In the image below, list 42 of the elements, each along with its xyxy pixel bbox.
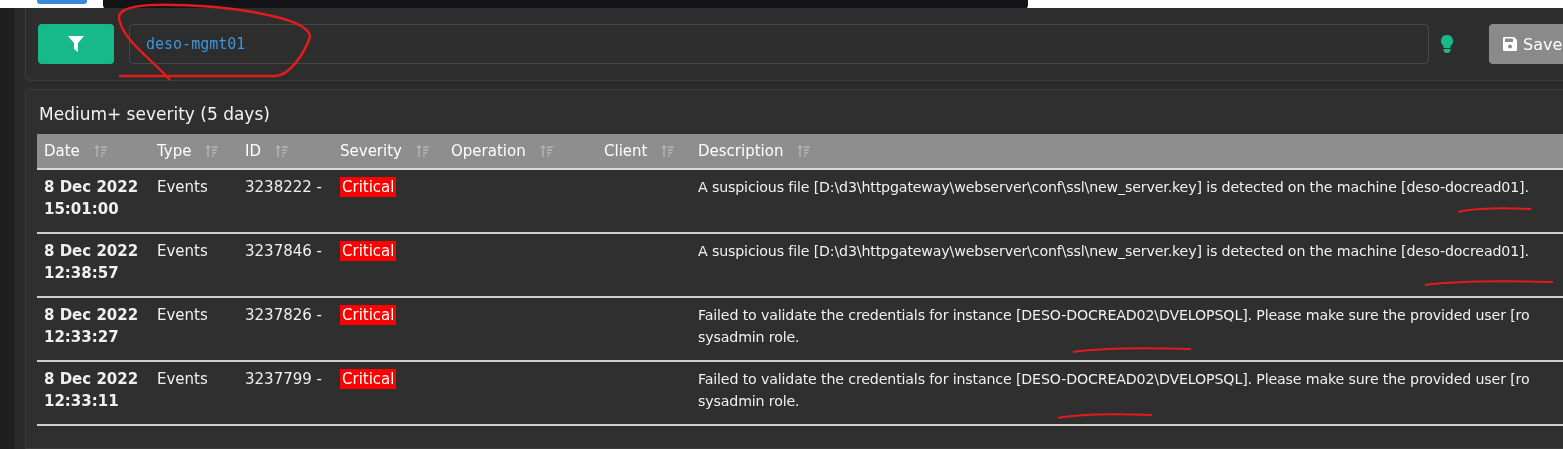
event-id: 3237826 - <box>245 306 322 324</box>
sort-icon[interactable] <box>205 144 220 158</box>
event-description: A suspicious file [D:\d3\httpgateway\webserver\conf\ssl\new_server.key] is detected on the machine [deso-docread01]. <box>698 179 1529 195</box>
severity-badge: Critical <box>340 177 397 197</box>
event-type: Events <box>157 178 208 196</box>
filter-button[interactable] <box>38 24 114 64</box>
panel-title: Medium+ severity (5 days) <box>38 103 271 126</box>
event-description: Failed to validate the credentials for instance [DESO-DOCREAD02\DVELOPSQL]. Please make sure the provided user [ro sysadmin role. <box>698 307 1530 345</box>
filter-icon <box>68 36 84 52</box>
column-header[interactable]: Type <box>150 134 238 170</box>
date-time: 8 Dec 2022 12:33:11 <box>44 370 139 410</box>
severity-badge: Critical <box>340 305 397 325</box>
save-icon <box>1503 37 1517 51</box>
sort-icon[interactable] <box>275 144 289 158</box>
event-id: 3237846 - <box>245 242 322 260</box>
date-time: 8 Dec 2022 12:38:57 <box>44 242 139 282</box>
sort-icon[interactable] <box>539 144 554 158</box>
filter-field[interactable]: deso-mgmt01 <box>129 24 1429 64</box>
save-button[interactable]: Save <box>1489 24 1563 64</box>
severity-badge: Critical <box>340 241 397 261</box>
event-description: A suspicious file [D:\d3\httpgateway\webserver\conf\ssl\new_server.key] is detected on the machine [deso-docread01]. <box>698 243 1529 259</box>
column-header[interactable]: Severity <box>333 134 444 170</box>
event-type: Events <box>157 242 208 260</box>
event-description: Failed to validate the credentials for instance [DESO-DOCREAD02\DVELOPSQL]. Please make sure the provided user [ro sysadmin role. <box>698 371 1530 409</box>
column-header[interactable]: Date <box>37 134 150 170</box>
column-header[interactable]: Description <box>691 134 1563 170</box>
event-type: Events <box>157 370 208 388</box>
sort-icon[interactable] <box>661 144 676 158</box>
column-header[interactable]: ID <box>238 134 333 170</box>
sort-icon[interactable] <box>93 144 108 158</box>
severity-badge: Critical <box>340 369 397 389</box>
sort-icon[interactable] <box>797 144 812 158</box>
event-id: 3238222 - <box>245 178 322 196</box>
column-header[interactable]: Client <box>597 134 691 170</box>
lightbulb-icon[interactable] <box>1440 35 1454 53</box>
sort-icon[interactable] <box>415 144 430 158</box>
event-id: 3237799 - <box>245 370 322 388</box>
tab-edge[interactable] <box>37 0 87 4</box>
date-time: 8 Dec 2022 12:33:27 <box>44 306 139 346</box>
event-type: Events <box>157 306 208 324</box>
column-header[interactable]: Operation <box>444 134 597 170</box>
date-time: 8 Dec 2022 15:01:00 <box>44 178 139 218</box>
